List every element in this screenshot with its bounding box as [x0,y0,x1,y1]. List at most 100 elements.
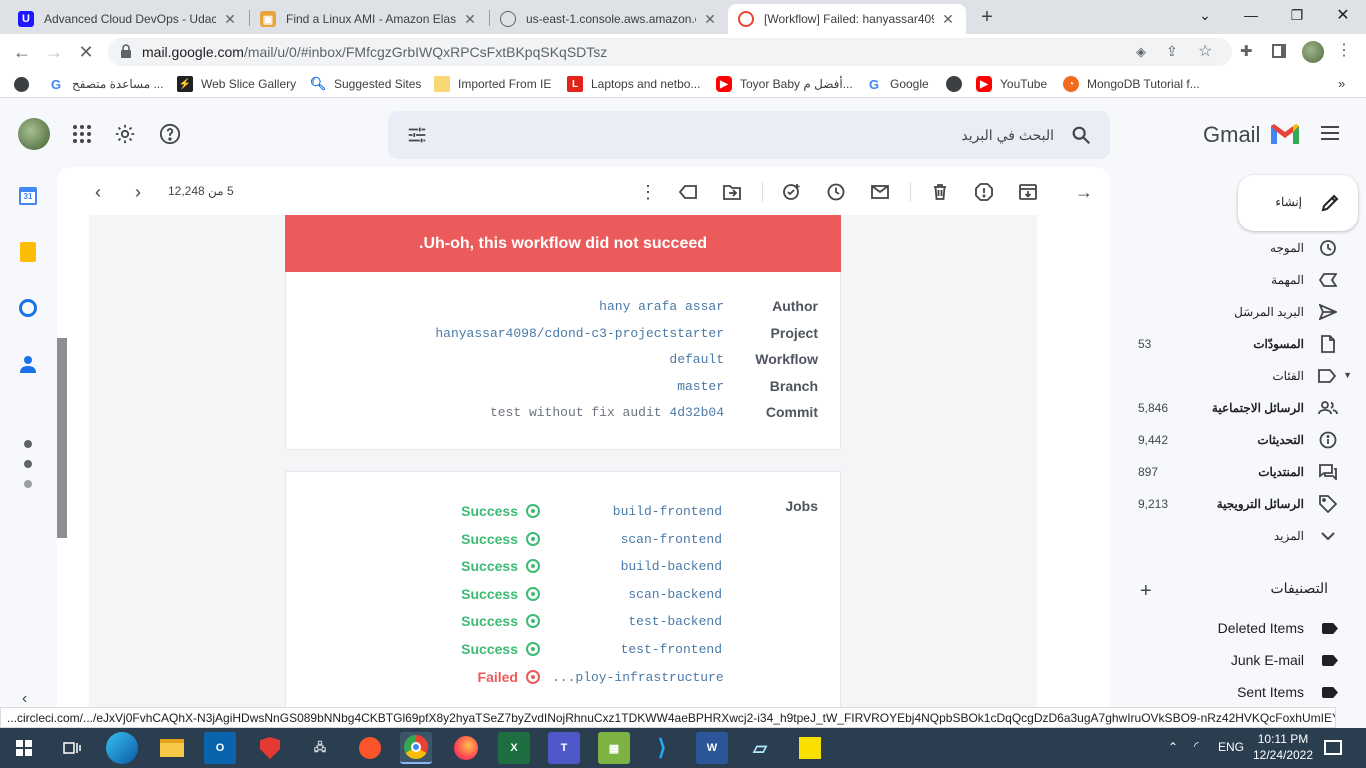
teams-icon[interactable]: T [548,732,580,764]
help-icon[interactable] [159,123,181,145]
more-options-icon[interactable]: ⋮ [636,180,660,204]
job-name-link[interactable]: scan-backend [552,587,722,602]
gmail-wordmark[interactable]: Gmail [1203,122,1260,148]
restore-button[interactable]: ❐ [1274,0,1320,30]
nav-item[interactable]: 9,213 الرسائل الترويجية [1112,488,1366,520]
chrome-taskbar-icon[interactable] [400,732,432,764]
nav-item[interactable]: المزيد [1112,520,1366,552]
chrome-menu-icon[interactable]: ⋮ [1336,40,1352,60]
bookmark-google[interactable]: G Google [866,76,929,92]
network-app-icon[interactable]: 🖧 [304,732,336,764]
rail-expand-chevron-icon[interactable]: ‹ [22,690,27,708]
job-name-link[interactable]: test-frontend [552,642,722,657]
close-tab-icon[interactable]: ✕ [462,11,478,28]
move-to-icon[interactable] [720,180,744,204]
profile-avatar[interactable] [1302,41,1324,63]
lens-icon[interactable]: ◈ [1136,44,1146,60]
system-clock[interactable]: 10:11 PM 12/24/2022 [1252,731,1314,763]
word-icon[interactable]: W [696,732,728,764]
calendar-icon[interactable]: 31 [16,184,40,208]
expand-caret-icon[interactable]: ▼ [1343,370,1352,380]
side-panel-icon[interactable] [1272,44,1286,58]
account-avatar[interactable] [18,118,50,150]
label-item[interactable]: Sent Items [1112,676,1366,708]
close-tab-icon[interactable]: ✕ [940,11,956,28]
security-shield-icon[interactable] [254,732,286,764]
bookmark-star-icon[interactable]: ☆ [1198,41,1212,61]
project-value[interactable]: hanyassar4098/cdond-c3-projectstarter [340,326,724,341]
add-to-tasks-icon[interactable] [780,180,804,204]
more-bookmarks-icon[interactable]: » [1338,76,1345,91]
bookmark-suggested-sites[interactable]: 🔍︎ Suggested Sites [310,76,422,92]
outlook-icon[interactable]: O [204,732,236,764]
forward-button[interactable]: → [40,38,68,66]
commit-hash-link[interactable]: 4d32b04 [669,405,724,420]
tab-aws-console[interactable]: us-east-1.console.aws.amazon.co ✕ [490,4,728,34]
nav-item[interactable]: 53 المسودّات [1112,328,1366,360]
tray-overflow-icon[interactable]: ⌃ [1168,740,1178,754]
bookmark-google-help[interactable]: G مساعدة متصفح ... [48,76,164,92]
url-text[interactable]: mail.google.com/mail/u/0/#inbox/FMfcgzGr… [142,44,607,60]
nav-item[interactable]: المهمة [1112,264,1366,296]
apps-globe-icon[interactable] [14,77,29,92]
pane-scrollbar[interactable] [57,338,67,538]
bookmark-globe[interactable] [946,76,970,92]
nav-item[interactable]: الفئات ▼ [1112,360,1366,392]
author-value[interactable]: hany arafa assar [340,299,724,314]
settings-gear-icon[interactable] [114,123,136,145]
job-name-link[interactable]: test-backend [552,614,722,629]
keep-icon[interactable] [16,240,40,264]
tab-aws-ami[interactable]: ▣ Find a Linux AMI - Amazon Elasti ✕ [250,4,488,34]
tab-udacity[interactable]: U Advanced Cloud DevOps - Udaci ✕ [8,4,248,34]
bookmark-web-slice[interactable]: ⚡ Web Slice Gallery [177,76,296,92]
workflow-value[interactable]: default [340,352,724,367]
firefox-icon[interactable] [450,732,482,764]
notifications-icon[interactable] [1324,740,1342,755]
nav-item[interactable]: 9,442 التحديثات [1112,424,1366,456]
wifi-icon[interactable]: ◜ [1194,739,1199,753]
lock-icon[interactable] [120,44,132,58]
extensions-icon[interactable]: ✚ [1240,42,1253,60]
job-name-link[interactable]: build-backend [552,559,722,574]
main-menu-icon[interactable] [1320,125,1340,141]
vscode-icon[interactable]: ⟩ [646,732,678,764]
bookmark-imported-ie[interactable]: Imported From IE [434,76,551,92]
job-name-link[interactable]: scan-frontend [552,532,722,547]
nav-item[interactable]: الموجه [1112,232,1366,264]
add-label-icon[interactable]: + [1140,580,1152,603]
label-item[interactable]: Junk E-mail [1112,644,1366,676]
file-explorer-icon[interactable] [156,732,188,764]
apps-grid-icon[interactable] [72,124,92,144]
tab-gmail-active[interactable]: [Workflow] Failed: hanyassar4098 ✕ [728,4,966,34]
nav-item[interactable]: 897 المنتديات [1112,456,1366,488]
bookmark-youtube[interactable]: ▶ YouTube [976,76,1047,92]
job-name-link[interactable]: ...ploy-infrastructure [552,670,724,685]
report-spam-icon[interactable] [972,180,996,204]
close-tab-icon[interactable]: ✕ [702,11,718,28]
windows-start-icon[interactable] [8,732,40,764]
close-tab-icon[interactable]: ✕ [222,11,238,28]
job-name-link[interactable]: build-frontend [552,504,722,519]
tasks-icon[interactable] [16,296,40,320]
search-options-icon[interactable] [406,124,428,146]
contacts-icon[interactable] [16,352,40,376]
edge-icon[interactable] [106,732,138,764]
task-view-icon[interactable] [56,732,88,764]
archive-icon[interactable] [1016,180,1040,204]
nav-item[interactable]: البريد المرسَل [1112,296,1366,328]
bookmark-mongodb[interactable]: ◔ MongoDB Tutorial f... [1063,76,1200,92]
newer-message-icon[interactable]: › [126,180,150,204]
tab-search-icon[interactable]: ⌄ [1182,0,1228,30]
brave-icon[interactable] [354,732,386,764]
nav-item[interactable]: 5,846 الرسائل الاجتماعية [1112,392,1366,424]
minimize-button[interactable]: — [1228,0,1274,30]
delete-icon[interactable] [928,180,952,204]
label-icon[interactable] [676,180,700,204]
gmail-logo-icon[interactable] [1269,122,1301,146]
share-icon[interactable]: ⇪ [1166,43,1178,60]
search-icon[interactable] [1070,124,1092,146]
new-tab-button[interactable]: + [976,6,998,28]
bookmark-toyor-baby[interactable]: ▶ Toyor Baby أفضل م... [716,76,853,92]
back-to-inbox-icon[interactable]: → [1072,180,1096,204]
back-button[interactable]: ← [8,38,36,66]
